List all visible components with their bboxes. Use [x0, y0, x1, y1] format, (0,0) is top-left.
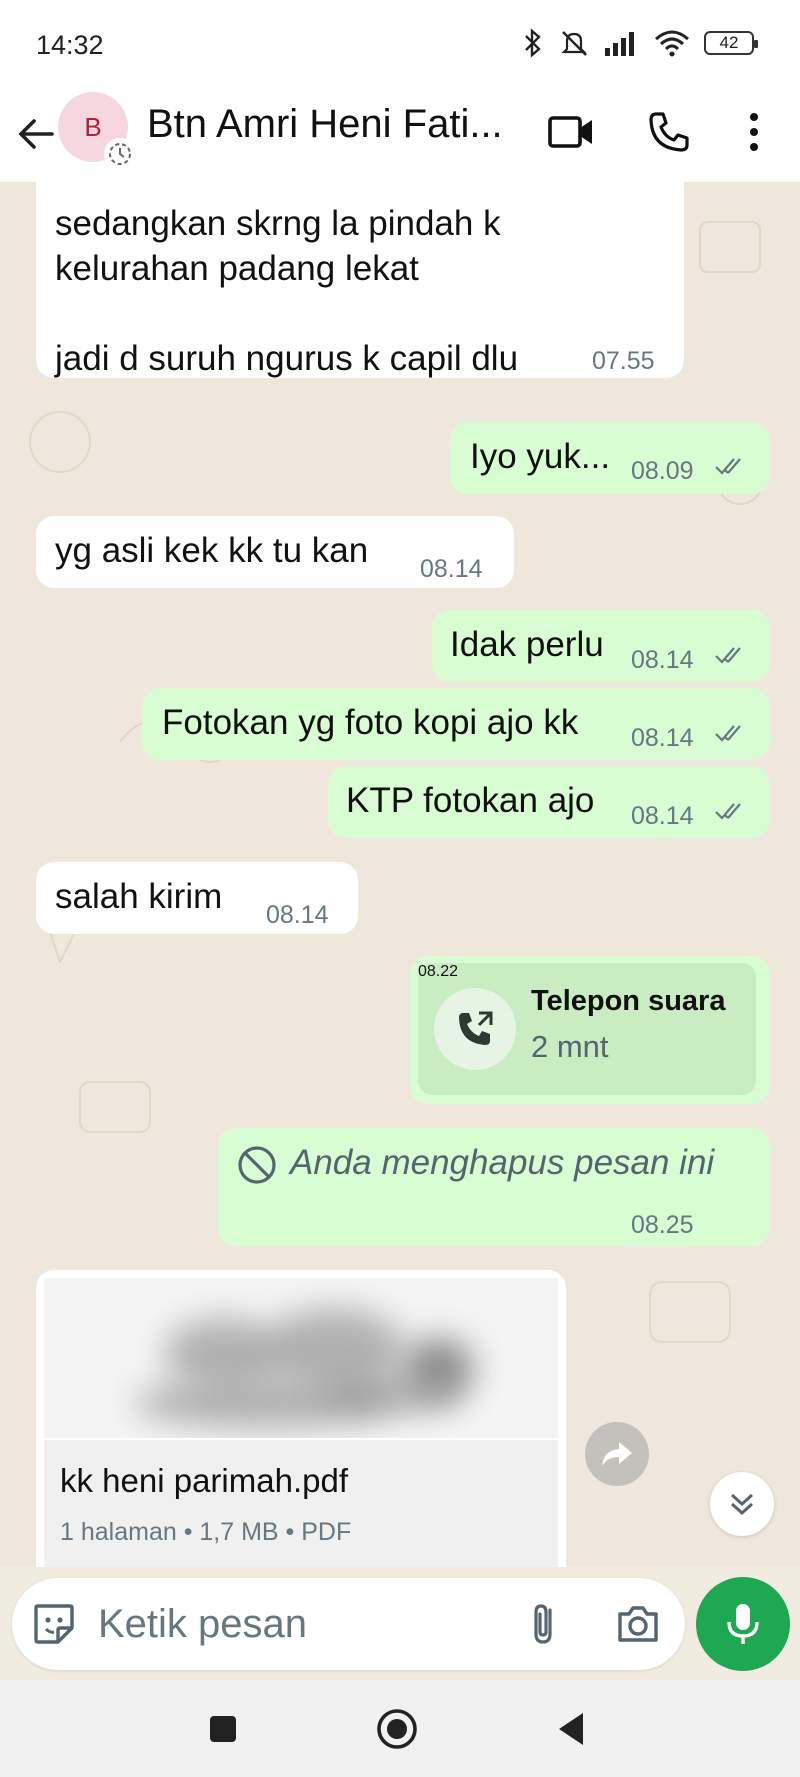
back-arrow-icon: [18, 119, 54, 149]
video-call-button[interactable]: [545, 106, 597, 158]
forward-icon: [602, 1442, 632, 1466]
sticker-icon: [34, 1604, 74, 1644]
attach-button[interactable]: [520, 1600, 568, 1648]
home-icon: [377, 1709, 417, 1749]
paperclip-icon: [534, 1604, 552, 1644]
contact-name[interactable]: Btn Amri Heni Fati...: [147, 102, 507, 147]
message-time: 08.14: [420, 555, 483, 583]
message-text: yg asli kek kk tu kan: [55, 531, 369, 570]
read-receipt-icon: [715, 725, 741, 742]
status-time: 14:32: [36, 30, 104, 60]
system-nav-bar: [0, 1680, 800, 1777]
document-info[interactable]: kk heni parimah.pdf 1 halaman • 1,7 MB •…: [44, 1440, 558, 1567]
voice-call-button[interactable]: [643, 106, 695, 158]
status-icons: 42: [522, 28, 758, 58]
back-nav-button[interactable]: [548, 1706, 594, 1752]
message-text: sedangkan skrng la pindah k: [55, 204, 501, 243]
back-triangle-icon: [559, 1713, 583, 1745]
deleted-icon: [238, 1146, 276, 1184]
call-duration: 2 mnt: [531, 1029, 609, 1064]
call-title: Telepon suara: [531, 985, 726, 1017]
mute-icon: [561, 31, 587, 56]
video-call-icon: [548, 116, 592, 148]
chat-header: B Btn Amri Heni Fati...: [0, 90, 800, 182]
home-button[interactable]: [374, 1706, 420, 1752]
message-text: Fotokan yg foto kopi ajo kk: [162, 703, 579, 742]
more-options-button[interactable]: [728, 106, 780, 158]
camera-button[interactable]: [614, 1600, 662, 1648]
message-composer: [12, 1578, 685, 1670]
message-time: 08.14: [631, 646, 694, 674]
sticker-button[interactable]: [30, 1600, 78, 1648]
message-time: 08.25: [631, 1211, 694, 1239]
recents-button[interactable]: [200, 1706, 246, 1752]
read-receipt-icon: [715, 458, 741, 475]
message-time: 08.14: [266, 901, 329, 929]
document-file-name: kk heni parimah.pdf: [60, 1462, 348, 1499]
message-time: 08.14: [631, 724, 694, 752]
recents-icon: [210, 1716, 236, 1742]
scroll-to-bottom-button[interactable]: [710, 1472, 774, 1536]
document-message-bubble[interactable]: kk heni parimah.pdf 1 halaman • 1,7 MB •…: [36, 1270, 566, 1567]
wifi-icon: [655, 30, 689, 57]
forward-button[interactable]: [585, 1422, 649, 1486]
document-preview[interactable]: [44, 1278, 558, 1438]
read-receipt-icon: [715, 803, 741, 820]
battery-icon: 42: [704, 31, 758, 55]
deleted-message-bubble[interactable]: Anda menghapus pesan ini 08.25: [218, 1128, 770, 1246]
message-bubble-outgoing[interactable]: Idak perlu 08.14: [432, 610, 770, 682]
camera-icon: [618, 1606, 658, 1642]
voice-call-card[interactable]: Telepon suara 2 mnt 08.22: [418, 963, 756, 1095]
voice-message-button[interactable]: [696, 1577, 790, 1671]
message-text: jadi d suruh ngurus k capil dlu: [55, 339, 519, 378]
message-bubble-incoming[interactable]: salah kirim 08.14: [36, 862, 358, 934]
message-time: 08.14: [631, 802, 694, 830]
bluetooth-icon: [525, 28, 541, 58]
back-button[interactable]: [14, 112, 58, 156]
message-text: Idak perlu: [450, 625, 604, 664]
chat-area[interactable]: sedangkan skrng la pindah k kelurahan pa…: [0, 182, 800, 1567]
outgoing-call-icon: [434, 988, 516, 1070]
message-text: kelurahan padang lekat: [55, 249, 419, 288]
double-chevron-down-icon: [730, 1493, 754, 1516]
signal-icon: [605, 32, 634, 56]
message-text: Iyo yuk...: [470, 437, 611, 476]
message-bubble-incoming[interactable]: sedangkan skrng la pindah k kelurahan pa…: [36, 182, 684, 378]
document-meta: 1 halaman • 1,7 MB • PDF: [60, 1518, 352, 1546]
mic-icon: [727, 1604, 759, 1644]
message-text: KTP fotokan ajo: [346, 781, 595, 820]
read-receipt-icon: [715, 647, 741, 664]
disappearing-timer-icon: [104, 138, 136, 170]
message-bubble-outgoing[interactable]: KTP fotokan ajo 08.14: [328, 766, 770, 838]
more-vert-icon: [750, 113, 758, 151]
message-time: 07.55: [592, 347, 655, 375]
message-time: 08.22: [418, 963, 459, 980]
phone-icon: [649, 112, 689, 152]
message-bubble-outgoing[interactable]: Iyo yuk... 08.09: [450, 422, 770, 494]
status-bar: 14:32 42: [0, 0, 800, 90]
message-time: 08.09: [631, 457, 694, 485]
message-bubble-incoming[interactable]: yg asli kek kk tu kan 08.14: [36, 516, 514, 588]
deleted-message-text: Anda menghapus pesan ini: [290, 1143, 715, 1182]
message-text: salah kirim: [55, 877, 223, 916]
message-input[interactable]: [98, 1598, 518, 1650]
message-bubble-outgoing[interactable]: Fotokan yg foto kopi ajo kk 08.14: [142, 688, 770, 760]
